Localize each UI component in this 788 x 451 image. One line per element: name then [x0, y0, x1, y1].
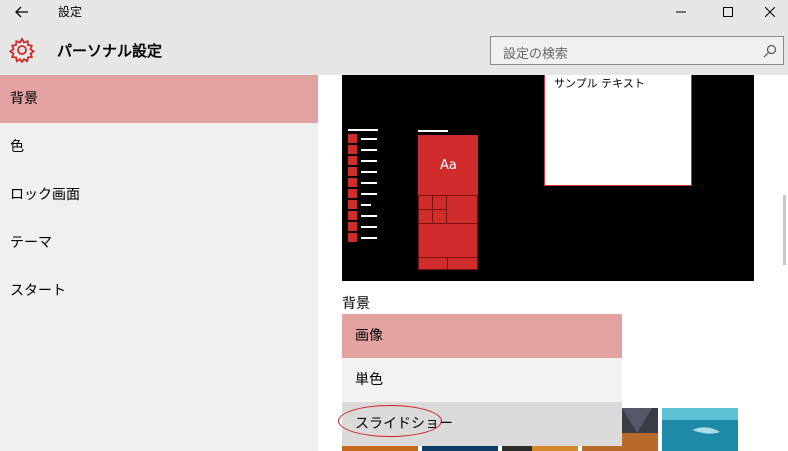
thumbnail-photo[interactable] [662, 408, 738, 451]
close-button[interactable] [752, 0, 788, 24]
sidebar-item-start[interactable]: スタート [0, 267, 318, 315]
page-header: パーソナル設定 設定の検索 [0, 24, 788, 75]
option-label: 画像 [355, 328, 383, 344]
search-input[interactable]: 設定の検索 [490, 36, 784, 65]
start-tiles-preview: Aa [418, 135, 478, 270]
sidebar-item-background[interactable]: 背景 [0, 75, 318, 123]
main-content: サンプル テキスト Aa 背景 画像 単色 スライドショー [318, 75, 788, 451]
sample-text: サンプル テキスト [554, 77, 645, 90]
minimize-button[interactable] [658, 0, 704, 24]
sidebar-item-label: テーマ [10, 235, 52, 251]
sidebar-item-label: スタート [10, 283, 66, 299]
title-bar: 設定 [0, 0, 788, 24]
background-preview: サンプル テキスト Aa [342, 75, 754, 281]
background-label: 背景 [342, 296, 370, 312]
sidebar-item-lock-screen[interactable]: ロック画面 [0, 171, 318, 219]
sidebar-item-label: ロック画面 [10, 187, 80, 203]
option-label: 単色 [355, 372, 383, 388]
maximize-icon [723, 7, 733, 17]
minimize-icon [676, 11, 686, 13]
scrollbar[interactable] [778, 75, 788, 451]
dropdown-option-solid-color[interactable]: 単色 [342, 358, 622, 402]
close-icon [765, 7, 775, 17]
sample-window-preview: サンプル テキスト [544, 75, 692, 186]
gear-icon [9, 37, 35, 63]
scrollbar-thumb[interactable] [783, 195, 786, 265]
page-title: パーソナル設定 [57, 42, 163, 60]
window-title: 設定 [58, 5, 83, 19]
tile-text: Aa [440, 158, 457, 173]
highlight-circle-annotation [338, 405, 442, 437]
back-button[interactable] [0, 0, 44, 24]
sidebar-item-label: 背景 [10, 91, 38, 107]
sidebar-item-colors[interactable]: 色 [0, 123, 318, 171]
sidebar-item-themes[interactable]: テーマ [0, 219, 318, 267]
search-placeholder: 設定の検索 [503, 47, 569, 62]
search-icon[interactable] [763, 44, 777, 58]
sidebar-item-label: 色 [10, 139, 24, 155]
back-arrow-icon [15, 6, 28, 18]
sidebar: 背景 色 ロック画面 テーマ スタート [0, 75, 318, 451]
dropdown-option-picture[interactable]: 画像 [342, 314, 622, 358]
maximize-button[interactable] [705, 0, 751, 24]
